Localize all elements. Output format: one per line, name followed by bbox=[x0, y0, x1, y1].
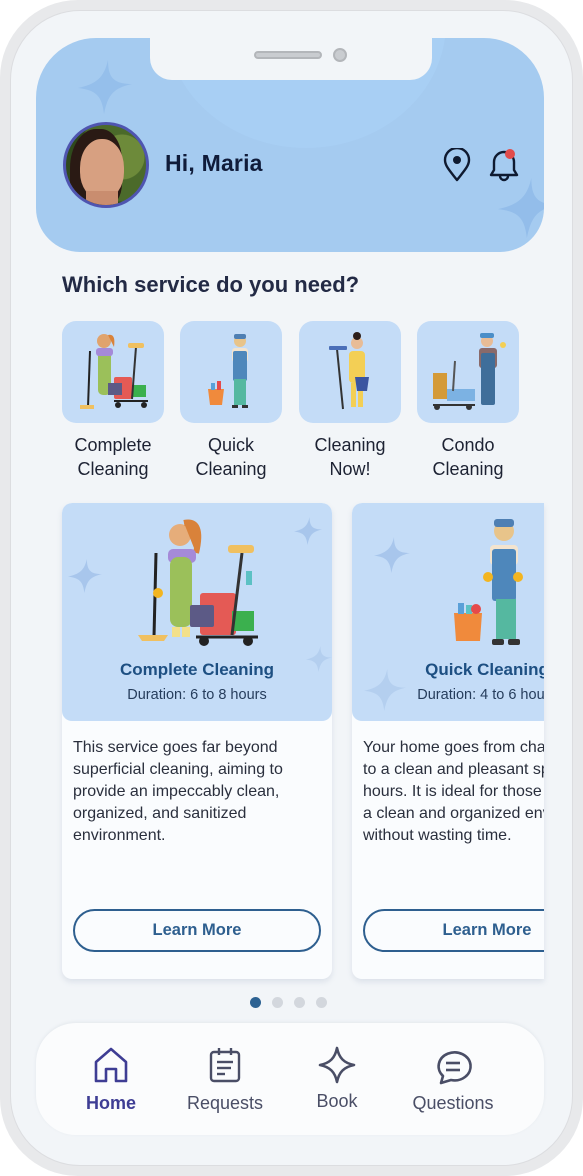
nav-item-requests[interactable]: Requests bbox=[180, 1023, 270, 1135]
service-label: Complete Cleaning bbox=[48, 433, 178, 481]
service-tile[interactable] bbox=[299, 321, 401, 423]
sparkle-decoration-icon bbox=[294, 517, 322, 545]
service-label-line: Cleaning bbox=[195, 459, 267, 479]
card-duration: Duration: 6 to 8 hours bbox=[127, 687, 267, 703]
pagination-dot[interactable] bbox=[272, 997, 283, 1008]
service-tile[interactable] bbox=[417, 321, 519, 423]
card-description: This service goes far beyond superficial… bbox=[73, 739, 283, 844]
avatar[interactable] bbox=[63, 122, 149, 208]
service-label-line: Cleaning bbox=[314, 435, 386, 455]
clipboard-icon bbox=[209, 1048, 241, 1083]
cleaner-with-bucket-illustration bbox=[208, 334, 248, 408]
device-camera bbox=[333, 48, 347, 62]
service-item-condo-cleaning[interactable]: Condo Cleaning bbox=[417, 321, 519, 481]
cleaner-with-cart-illustration bbox=[138, 519, 258, 646]
janitor-with-cart-illustration bbox=[433, 333, 506, 410]
sparkle-icon bbox=[318, 1046, 356, 1084]
cleaner-with-cart-illustration bbox=[80, 334, 148, 409]
nav-item-home[interactable]: Home bbox=[76, 1023, 146, 1135]
service-label-line: Now! bbox=[329, 459, 371, 479]
sparkle-decoration-icon bbox=[68, 559, 102, 593]
card-hero: Quick Cleaning Duration: 4 to 6 hours bbox=[352, 503, 544, 721]
card-title: Complete Cleaning bbox=[120, 660, 274, 679]
service-item-quick-cleaning[interactable]: Quick Cleaning bbox=[180, 321, 282, 481]
section-title: Which service do you need? bbox=[62, 272, 360, 297]
service-label-line: Cleaning bbox=[432, 459, 504, 479]
nav-item-questions[interactable]: Questions bbox=[406, 1023, 500, 1135]
service-label-line: Condo bbox=[441, 435, 495, 455]
card-description: Your home goes from chaotic clutter to a… bbox=[363, 739, 544, 844]
service-label-line: Cleaning bbox=[77, 459, 149, 479]
bottom-navigation: Home Requests Book Questions bbox=[36, 1023, 544, 1135]
notification-badge bbox=[505, 149, 515, 159]
service-card-complete-cleaning: Complete Cleaning Duration: 6 to 8 hours… bbox=[62, 503, 332, 979]
service-label: Quick Cleaning bbox=[166, 433, 296, 481]
device-speaker bbox=[254, 51, 322, 59]
nav-label: Home bbox=[85, 1093, 136, 1113]
card-duration: Duration: 4 to 6 hours bbox=[417, 687, 544, 703]
home-icon bbox=[94, 1047, 128, 1083]
nav-label: Book bbox=[316, 1091, 358, 1111]
service-label: Cleaning Now! bbox=[285, 433, 415, 481]
greeting-text: Hi, Maria bbox=[165, 150, 263, 176]
bell-icon[interactable] bbox=[487, 147, 521, 183]
pagination-dot[interactable] bbox=[294, 997, 305, 1008]
chat-bubble-icon bbox=[437, 1051, 472, 1085]
sparkle-decoration-icon bbox=[498, 178, 544, 238]
service-item-cleaning-now[interactable]: Cleaning Now! bbox=[299, 321, 401, 481]
sparkle-decoration-icon bbox=[78, 60, 132, 114]
service-list: Complete Cleaning Quick Cleaning Cleanin… bbox=[62, 321, 542, 481]
pagination-dot-active[interactable] bbox=[250, 997, 261, 1008]
service-card-quick-cleaning: Quick Cleaning Duration: 4 to 6 hours Yo… bbox=[352, 503, 544, 979]
sparkle-decoration-icon bbox=[374, 537, 410, 573]
service-item-complete-cleaning[interactable]: Complete Cleaning bbox=[62, 321, 164, 481]
service-label-line: Quick bbox=[207, 435, 254, 455]
service-tile[interactable] bbox=[62, 321, 164, 423]
cleaner-with-bucket-illustration bbox=[454, 519, 523, 645]
nav-item-book[interactable]: Book bbox=[302, 1023, 372, 1135]
location-pin-icon[interactable] bbox=[442, 148, 472, 182]
nav-label: Questions bbox=[412, 1093, 494, 1113]
learn-more-button[interactable]: Learn More bbox=[73, 909, 321, 952]
service-tile[interactable] bbox=[180, 321, 282, 423]
pagination-dot[interactable] bbox=[316, 997, 327, 1008]
cleaner-with-mop-illustration bbox=[329, 332, 369, 410]
learn-more-button[interactable]: Learn More bbox=[363, 909, 544, 952]
card-hero: Complete Cleaning Duration: 6 to 8 hours bbox=[62, 503, 332, 721]
nav-label: Requests bbox=[186, 1093, 264, 1113]
service-label: Condo Cleaning bbox=[403, 433, 533, 481]
avatar-neck bbox=[86, 191, 118, 205]
service-label-line: Complete bbox=[74, 435, 152, 455]
card-title: Quick Cleaning bbox=[425, 660, 544, 679]
carousel-pagination bbox=[250, 997, 340, 1009]
avatar-face bbox=[80, 139, 124, 199]
